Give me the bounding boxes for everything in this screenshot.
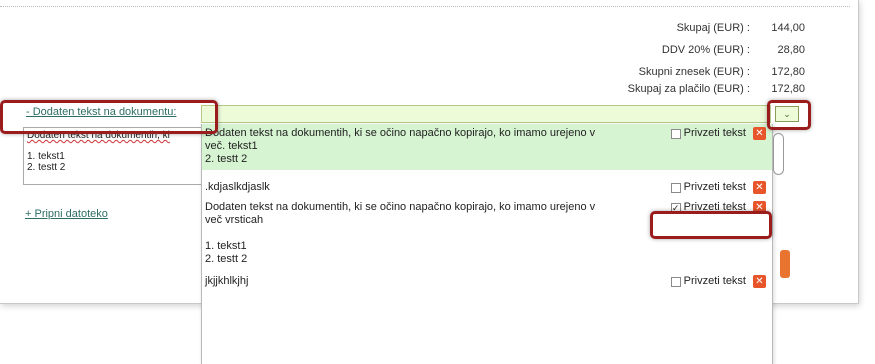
dropdown-item[interactable]: .kdjaslkdjaslk Privzeti tekst ✕	[202, 178, 772, 198]
default-text-checkbox[interactable]	[670, 182, 681, 193]
gross-row: Skupni znesek (EUR) : 172,80	[639, 66, 805, 82]
payable-label: Skupaj za plačilo (EUR) :	[627, 83, 750, 95]
dropdown-item-text: Dodaten tekst na dokumentih, ki se očino…	[205, 127, 596, 165]
action-button-edge	[780, 250, 790, 278]
vat-label: DDV 20% (EUR) :	[661, 44, 750, 56]
dropdown-scrollbar[interactable]	[773, 133, 784, 175]
default-text-checkbox[interactable]	[670, 128, 681, 139]
highlight-annotation	[650, 211, 772, 239]
dropdown-item-text: .kdjaslkdjaslk	[205, 181, 270, 193]
dropdown-item[interactable]: Dodaten tekst na dokumentih, ki se očino…	[202, 124, 772, 170]
textarea-line: 2. testt 2	[27, 162, 66, 173]
gross-label: Skupni znesek (EUR) :	[638, 66, 750, 78]
default-text-control: Privzeti tekst ✕	[670, 181, 766, 194]
default-text-label: Privzeti tekst	[683, 275, 746, 287]
total-value: 144,00	[771, 22, 805, 34]
dropdown-item-text: Dodaten tekst na dokumentih, ki se očino…	[205, 201, 596, 265]
document-text-combo[interactable]	[201, 105, 771, 123]
default-text-checkbox[interactable]	[670, 276, 681, 287]
default-text-label: Privzeti tekst	[683, 181, 746, 193]
default-text-label: Privzeti tekst	[683, 127, 746, 139]
dropdown-item[interactable]: jkjjkhlkjhj Privzeti tekst ✕	[202, 272, 772, 292]
vat-value: 28,80	[777, 44, 805, 56]
document-text-dropdown[interactable]: Dodaten tekst na dokumentih, ki se očino…	[201, 124, 773, 364]
textarea-line: 1. tekst1	[27, 151, 65, 162]
close-icon[interactable]: ✕	[753, 127, 766, 140]
highlight-annotation	[0, 100, 218, 134]
total-label: Skupaj (EUR) :	[676, 22, 750, 34]
default-text-control: Privzeti tekst ✕	[670, 275, 766, 288]
total-row: Skupaj (EUR) : 144,00	[677, 22, 805, 38]
close-icon[interactable]: ✕	[753, 275, 766, 288]
vat-row: DDV 20% (EUR) : 28,80	[662, 44, 805, 60]
payable-row: Skupaj za plačilo (EUR) : 172,80	[628, 83, 805, 99]
gross-value: 172,80	[771, 66, 805, 78]
close-icon[interactable]: ✕	[753, 181, 766, 194]
divider	[0, 6, 850, 7]
default-text-control: Privzeti tekst ✕	[670, 127, 766, 140]
dropdown-item-text: jkjjkhlkjhj	[205, 275, 249, 287]
attach-file-link[interactable]: + Pripni datoteko	[25, 208, 108, 220]
document-text-textarea[interactable]: Dodaten tekst na dokumentih, ki 1. tekst…	[23, 127, 203, 185]
payable-value: 172,80	[771, 83, 805, 95]
highlight-annotation	[767, 100, 811, 130]
